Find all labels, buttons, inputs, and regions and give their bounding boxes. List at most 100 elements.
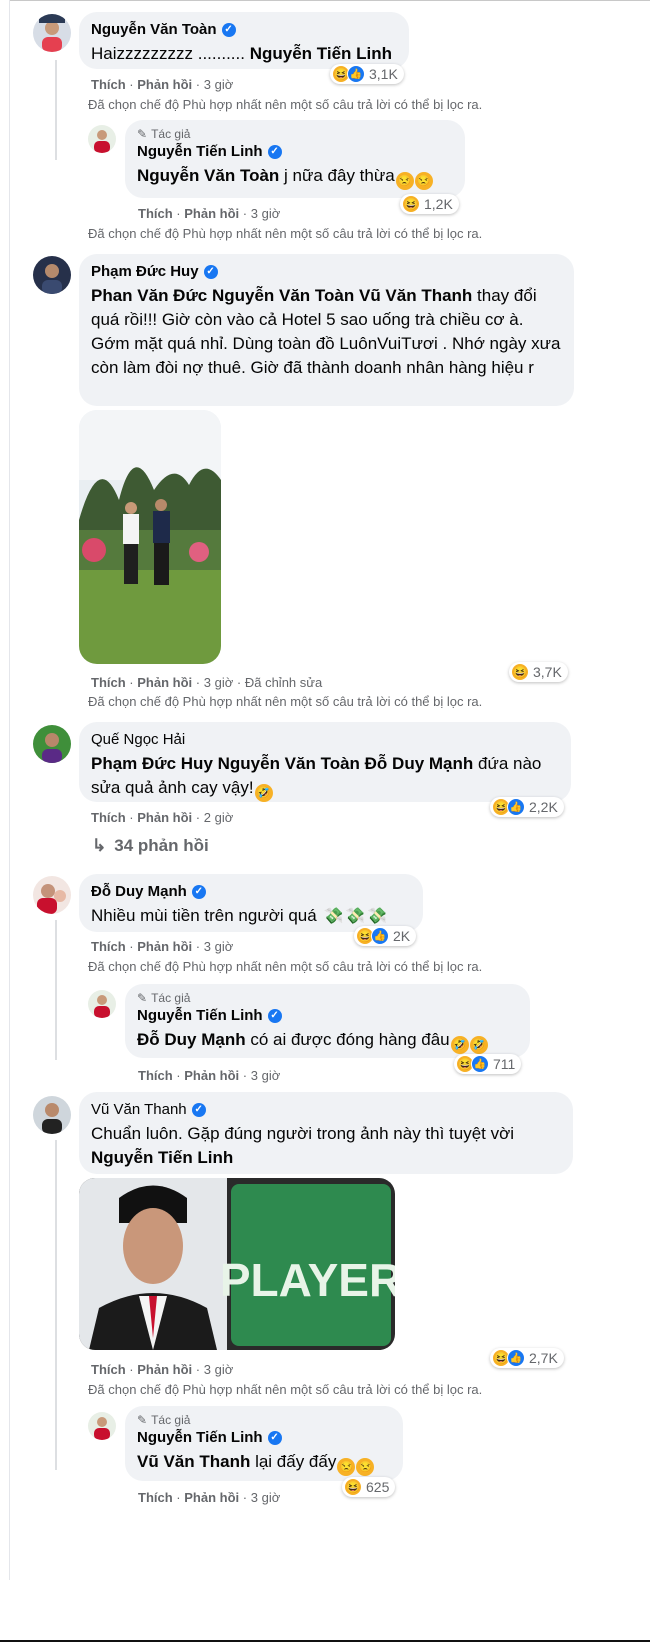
filter-note: Đã chọn chế độ Phù hợp nhất nên một số c… xyxy=(88,694,483,709)
commenter-name[interactable]: Quế Ngọc Hải xyxy=(91,730,185,750)
comment-actions: Thích · Phản hồi · 3 giờ xyxy=(138,1068,280,1084)
reaction-summary[interactable]: 😆 👍 3,1K xyxy=(330,64,404,84)
avatar[interactable] xyxy=(33,14,71,52)
comment-bubble: Vũ Văn Thanh ✓ Chuẩn luôn. Gặp đúng người… xyxy=(79,1092,573,1174)
timestamp[interactable]: 3 giờ xyxy=(251,206,281,221)
reaction-count: 2K xyxy=(393,928,411,944)
mention-link[interactable]: Nguyễn Tiến Linh xyxy=(91,1148,233,1167)
reaction-count: 3,7K xyxy=(533,664,562,680)
like-link[interactable]: Thích xyxy=(91,77,126,92)
reply-link[interactable]: Phản hồi xyxy=(137,939,192,954)
timestamp[interactable]: 3 giờ xyxy=(204,939,234,954)
separator: · xyxy=(195,675,201,690)
avatar[interactable] xyxy=(33,876,71,914)
reaction-count: 1,2K xyxy=(424,196,453,212)
attached-photo[interactable] xyxy=(79,410,221,664)
filter-note: Đã chọn chế độ Phù hợp nhất nên một số c… xyxy=(88,226,483,241)
like-link[interactable]: Thích xyxy=(91,1362,126,1377)
reply-link[interactable]: Phản hồi xyxy=(137,810,192,825)
reaction-count: 2,2K xyxy=(529,799,558,815)
verified-badge-icon: ✓ xyxy=(267,145,282,159)
timestamp[interactable]: 2 giờ xyxy=(204,810,234,825)
mention-link[interactable]: Đỗ Duy Mạnh xyxy=(137,1030,246,1049)
like-link[interactable]: Thích xyxy=(138,1068,173,1083)
mention-link[interactable]: Phan Văn Đức Nguyễn Văn Toàn Vũ Văn Than… xyxy=(91,286,472,305)
author-badge: Tác giả xyxy=(151,1413,191,1427)
commenter-name[interactable]: Phạm Đức Huy xyxy=(91,262,199,282)
reaction-summary[interactable]: 😆 👍 2,7K xyxy=(490,1348,564,1368)
avatar[interactable] xyxy=(33,1096,71,1134)
separator: · xyxy=(129,810,134,825)
view-replies-link[interactable]: ↳ 34 phản hồi xyxy=(92,836,209,856)
like-reaction-icon: 👍 xyxy=(371,927,389,945)
separator: · xyxy=(129,77,134,92)
money-emoji-icon: 💸 xyxy=(323,908,344,925)
avatar[interactable] xyxy=(88,125,116,153)
mention-link[interactable]: Vũ Văn Thanh xyxy=(137,1452,250,1471)
separator: · xyxy=(129,939,134,954)
unamused-emoji-icon: 😒 xyxy=(395,172,414,190)
commenter-name[interactable]: Vũ Văn Thanh xyxy=(91,1100,187,1120)
reaction-count: 711 xyxy=(493,1056,516,1072)
mention-link[interactable]: Phạm Đức Huy Nguyễn Văn Toàn Đỗ Duy Mạnh xyxy=(91,754,473,773)
commenter-name[interactable]: Nguyễn Tiến Linh xyxy=(137,1006,263,1026)
commenter-name[interactable]: Nguyễn Tiến Linh xyxy=(137,142,263,162)
filter-note: Đã chọn chế độ Phù hợp nhất nên một số c… xyxy=(88,959,483,974)
reaction-count: 2,7K xyxy=(529,1350,558,1366)
reply-link[interactable]: Phản hồi xyxy=(184,206,239,221)
commenter-name[interactable]: Đỗ Duy Mạnh xyxy=(91,882,187,902)
timestamp[interactable]: 3 giờ xyxy=(204,1362,234,1377)
comment-actions: Thích · Phản hồi · 3 giờ xyxy=(91,1362,233,1378)
reply-link[interactable]: Phản hồi xyxy=(184,1490,239,1505)
haha-reaction-icon: 😆 xyxy=(402,195,420,213)
reaction-summary[interactable]: 😆 👍 711 xyxy=(454,1054,522,1074)
separator: · xyxy=(176,1068,181,1083)
like-reaction-icon: 👍 xyxy=(507,1349,525,1367)
avatar[interactable] xyxy=(88,990,116,1018)
reaction-summary[interactable]: 😆 625 xyxy=(342,1477,396,1497)
separator: · xyxy=(195,77,201,92)
verified-badge-icon: ✓ xyxy=(203,265,218,279)
reply-link[interactable]: Phản hồi xyxy=(137,77,192,92)
comment-bubble: Nguyễn Văn Toàn ✓ Haizzzzzzzzz ..........… xyxy=(79,12,409,69)
timestamp[interactable]: 3 giờ xyxy=(251,1490,281,1505)
like-link[interactable]: Thích xyxy=(91,810,126,825)
like-link[interactable]: Thích xyxy=(138,1490,173,1505)
reply-link[interactable]: Phản hồi xyxy=(137,1362,192,1377)
separator: · xyxy=(236,675,242,690)
verified-badge-icon: ✓ xyxy=(191,1103,206,1117)
avatar[interactable] xyxy=(33,725,71,763)
comment-text: Haizzzzzzzzz .......... xyxy=(91,44,245,63)
mention-link[interactable]: Nguyễn Văn Toàn xyxy=(137,166,279,185)
reaction-summary[interactable]: 😆 3,7K xyxy=(509,662,568,682)
like-link[interactable]: Thích xyxy=(138,206,173,221)
attached-photo[interactable]: PLAYER xyxy=(79,1178,395,1350)
avatar[interactable] xyxy=(33,256,71,294)
reaction-summary[interactable]: 😆 👍 2,2K xyxy=(490,797,564,817)
mention-link[interactable]: Nguyễn Tiến Linh xyxy=(250,44,392,63)
like-link[interactable]: Thích xyxy=(91,675,126,690)
unamused-emoji-icon: 😒 xyxy=(356,1458,375,1476)
commenter-name[interactable]: Nguyễn Tiến Linh xyxy=(137,1428,263,1448)
thread-line xyxy=(55,920,57,1060)
like-link[interactable]: Thích xyxy=(91,939,126,954)
reply-link[interactable]: Phản hồi xyxy=(137,675,192,690)
timestamp[interactable]: 3 giờ xyxy=(204,675,234,690)
left-rule xyxy=(0,0,10,1580)
reaction-summary[interactable]: 😆 👍 2K xyxy=(354,926,417,946)
avatar[interactable] xyxy=(88,1412,116,1440)
timestamp[interactable]: 3 giờ xyxy=(204,77,234,92)
haha-reaction-icon: 😆 xyxy=(344,1478,362,1496)
reaction-count: 625 xyxy=(366,1479,390,1495)
like-reaction-icon: 👍 xyxy=(507,798,525,816)
timestamp[interactable]: 3 giờ xyxy=(251,1068,281,1083)
commenter-name[interactable]: Nguyễn Văn Toàn xyxy=(91,20,217,40)
verified-badge-icon: ✓ xyxy=(267,1431,282,1445)
unamused-emoji-icon: 😒 xyxy=(337,1458,356,1476)
comment-actions: Thích · Phản hồi · 3 giờ xyxy=(138,1490,280,1506)
separator: · xyxy=(242,1068,248,1083)
separator: · xyxy=(176,206,181,221)
reply-link[interactable]: Phản hồi xyxy=(184,1068,239,1083)
comment-actions: Thích · Phản hồi · 3 giờ xyxy=(91,77,233,93)
reaction-summary[interactable]: 😆 1,2K xyxy=(400,194,459,214)
